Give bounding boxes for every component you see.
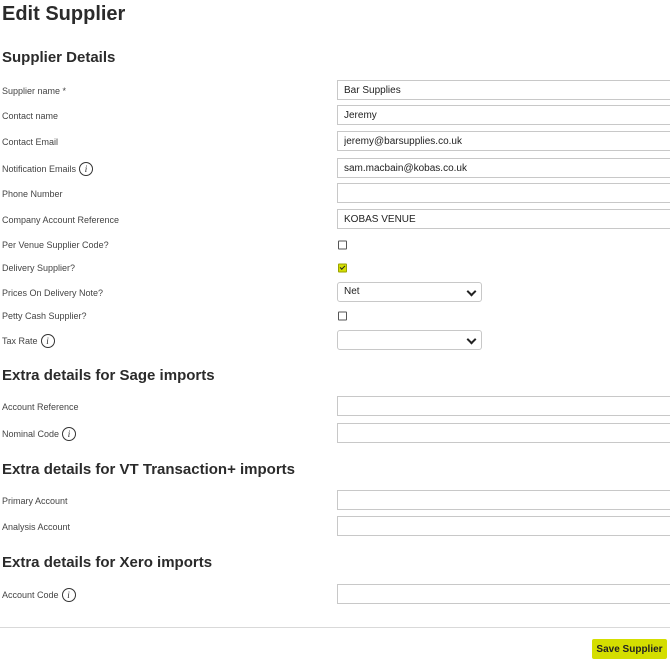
row-delivery-supplier: Delivery Supplier? [0, 257, 670, 279]
petty-cash-supplier-checkbox[interactable] [338, 311, 347, 321]
page-title: Edit Supplier [2, 3, 126, 25]
tax-rate-select[interactable] [337, 330, 482, 350]
company-account-reference-label: Company Account Reference [2, 215, 120, 225]
per-venue-supplier-code-label: Per Venue Supplier Code? [2, 240, 109, 250]
section-title-vt: Extra details for VT Transaction+ import… [2, 461, 295, 478]
analysis-account-input[interactable] [337, 516, 670, 536]
row-analysis-account: Analysis Account [0, 516, 670, 538]
notification-emails-label-wrap: Notification Emails i [2, 162, 94, 176]
row-primary-account: Primary Account [0, 490, 670, 512]
supplier-name-input[interactable] [337, 80, 670, 100]
analysis-account-label: Analysis Account [2, 522, 71, 532]
row-company-account-reference: Company Account Reference [0, 209, 670, 231]
tax-rate-label: Tax Rate [2, 336, 38, 346]
info-icon[interactable]: i [61, 588, 76, 602]
chevron-down-icon [466, 286, 477, 297]
contact-email-input[interactable] [337, 131, 670, 151]
row-prices-on-delivery-note: Prices On Delivery Note? Net [0, 282, 670, 304]
delivery-supplier-label: Delivery Supplier? [2, 263, 76, 273]
delivery-supplier-checkbox[interactable] [338, 263, 347, 273]
row-per-venue-supplier-code: Per Venue Supplier Code? [0, 234, 670, 256]
supplier-name-label: Supplier name * [2, 86, 67, 96]
row-phone-number: Phone Number [0, 183, 670, 205]
notification-emails-input[interactable] [337, 158, 670, 178]
tax-rate-label-wrap: Tax Rate i [2, 334, 55, 348]
contact-email-label: Contact Email [2, 137, 59, 147]
nominal-code-label-wrap: Nominal Code i [2, 427, 77, 441]
row-supplier-name: Supplier name * [0, 80, 670, 102]
account-code-label: Account Code [2, 590, 59, 600]
account-reference-input[interactable] [337, 396, 670, 416]
primary-account-label: Primary Account [2, 496, 68, 506]
petty-cash-supplier-label: Petty Cash Supplier? [2, 311, 87, 321]
phone-number-input[interactable] [337, 183, 670, 203]
save-supplier-button[interactable]: Save Supplier [592, 639, 667, 659]
row-petty-cash-supplier: Petty Cash Supplier? [0, 305, 670, 327]
nominal-code-input[interactable] [337, 423, 670, 443]
info-icon[interactable]: i [40, 334, 55, 348]
info-icon[interactable]: i [79, 162, 94, 176]
row-notification-emails: Notification Emails i [0, 158, 670, 180]
info-icon[interactable]: i [62, 427, 77, 441]
section-title-sage: Extra details for Sage imports [2, 367, 215, 384]
prices-on-delivery-note-value: Net [344, 286, 360, 297]
contact-name-label: Contact name [2, 111, 59, 121]
row-contact-name: Contact name [0, 105, 670, 127]
contact-name-input[interactable] [337, 105, 670, 125]
prices-on-delivery-note-select[interactable]: Net [337, 282, 482, 302]
phone-number-label: Phone Number [2, 189, 63, 199]
nominal-code-label: Nominal Code [2, 429, 60, 439]
row-account-code: Account Code i [0, 584, 670, 606]
company-account-reference-input[interactable] [337, 209, 670, 229]
account-code-label-wrap: Account Code i [2, 588, 76, 602]
divider [0, 627, 670, 628]
row-nominal-code: Nominal Code i [0, 423, 670, 445]
notification-emails-label: Notification Emails [2, 164, 77, 174]
section-title-supplier-details: Supplier Details [2, 49, 116, 66]
chevron-down-icon [466, 334, 477, 345]
section-title-xero: Extra details for Xero imports [2, 554, 213, 571]
primary-account-input[interactable] [337, 490, 670, 510]
per-venue-supplier-code-checkbox[interactable] [338, 240, 347, 250]
row-contact-email: Contact Email [0, 131, 670, 153]
row-account-reference: Account Reference [0, 396, 670, 418]
account-reference-label: Account Reference [2, 402, 79, 412]
account-code-input[interactable] [337, 584, 670, 604]
prices-on-delivery-note-label: Prices On Delivery Note? [2, 288, 104, 298]
row-tax-rate: Tax Rate i [0, 330, 670, 352]
